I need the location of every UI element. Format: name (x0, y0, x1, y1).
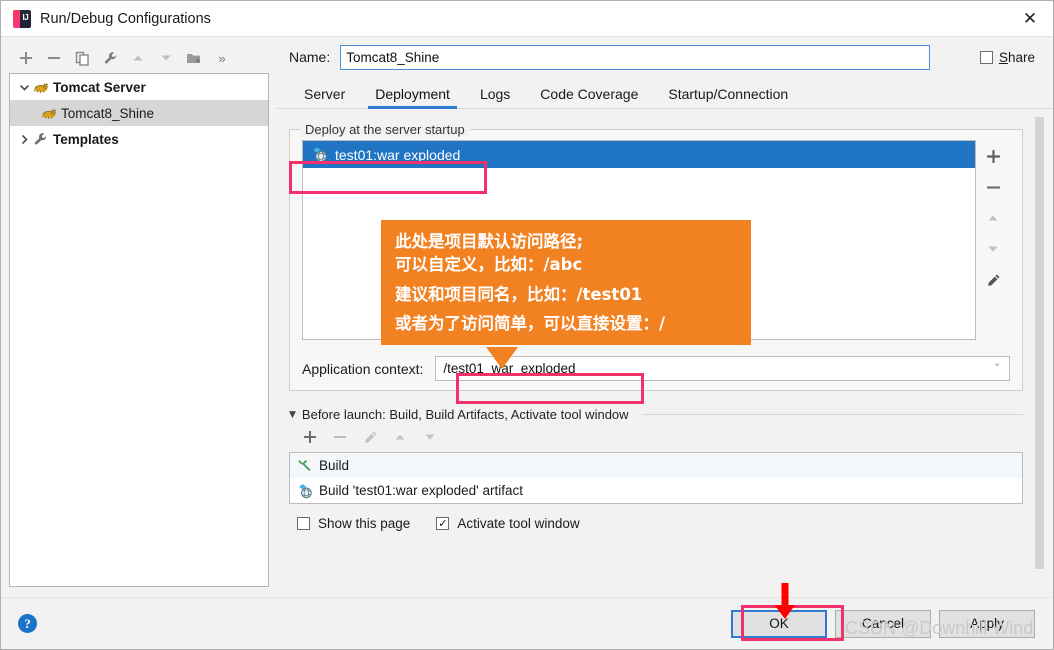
tomcat-icon (40, 107, 57, 120)
wrench-icon[interactable] (97, 46, 123, 70)
annotation-callout-tail (486, 347, 518, 369)
chevron-double-right-icon[interactable]: » (209, 46, 235, 70)
task-label: Build (319, 458, 350, 473)
tree-node-tomcat8-shine[interactable]: Tomcat8_Shine (10, 100, 268, 126)
edit-task-button[interactable] (357, 425, 383, 449)
application-context-label: Application context: (302, 360, 424, 377)
editor-tabs: Server Deployment Logs Code Coverage Sta… (277, 77, 1053, 109)
remove-artifact-button[interactable] (980, 175, 1006, 199)
tree-node-templates[interactable]: Templates (10, 126, 268, 152)
before-launch-title: Before launch: Build, Build Artifacts, A… (301, 407, 629, 422)
chevron-right-icon[interactable] (16, 134, 32, 145)
watermark: CSDN @Downhill Wind (845, 618, 1034, 638)
deployment-tab-panel: Deploy at the server startup test01:war … (277, 109, 1053, 597)
arrow-up-icon[interactable] (125, 46, 151, 70)
chevron-down-icon[interactable]: ˅ (995, 362, 1001, 375)
name-row: Name: Share (277, 37, 1053, 77)
remove-task-button[interactable] (327, 425, 353, 449)
tab-startup-connection[interactable]: Startup/Connection (653, 86, 803, 108)
share-checkbox[interactable] (979, 50, 993, 64)
activate-tool-window-checkbox[interactable]: ✓ (436, 517, 450, 530)
share-option[interactable]: Share (979, 50, 1035, 65)
folder-add-icon[interactable] (181, 46, 207, 70)
configurations-toolbar: » (9, 43, 269, 73)
show-this-page-label: Show this page (318, 516, 411, 531)
deploy-list-toolbar (976, 140, 1010, 340)
annotation-line: 此处是项目默认访问路径; (395, 232, 584, 251)
application-context-row: Application context: /test01_war_explode… (302, 356, 1010, 381)
name-input[interactable] (340, 44, 931, 70)
annotation-line: 可以自定义，比如：/abc (395, 255, 583, 275)
tree-node-label: Templates (53, 131, 119, 147)
list-item-label: test01:war exploded (335, 146, 461, 163)
name-label: Name: (289, 49, 331, 65)
triangle-down-icon[interactable]: ▼ (289, 410, 296, 420)
before-launch-task-list[interactable]: Build Build 'test01:war exploded' artifa… (289, 452, 1023, 504)
tab-server[interactable]: Server (289, 86, 360, 108)
artifact-icon (296, 483, 313, 499)
share-mnemonic: S (998, 49, 1008, 65)
close-icon[interactable]: ✕ (1007, 1, 1053, 36)
configurations-panel: » Tomcat Server Tomcat8_Shine Templates (1, 37, 277, 597)
annotation-line: 或者为了访问简单，可以直接设置：/ (395, 314, 666, 334)
window-title: Run/Debug Configurations (40, 10, 211, 27)
before-launch-header[interactable]: ▼ Before launch: Build, Build Artifacts,… (289, 407, 1023, 422)
move-artifact-down-button[interactable] (980, 237, 1006, 261)
tree-node-tomcat-server[interactable]: Tomcat Server (10, 74, 268, 100)
wrench-icon (32, 132, 49, 147)
list-item[interactable]: Build 'test01:war exploded' artifact (290, 478, 1022, 503)
intellij-idea-icon: IJ (13, 9, 31, 28)
copy-icon[interactable] (69, 46, 95, 70)
annotation-line: 建议和项目同名，比如：/test01 (395, 284, 643, 304)
panel-scrollbar-thumb[interactable] (1035, 117, 1044, 569)
artifact-icon (311, 146, 328, 163)
help-icon[interactable]: ? (18, 614, 37, 633)
title-bar: IJ Run/Debug Configurations ✕ (1, 1, 1053, 37)
configurations-tree[interactable]: Tomcat Server Tomcat8_Shine Templates (9, 73, 269, 587)
tab-code-coverage[interactable]: Code Coverage (525, 86, 653, 108)
move-artifact-up-button[interactable] (980, 206, 1006, 230)
add-configuration-button[interactable] (13, 46, 39, 70)
tab-deployment[interactable]: Deployment (360, 86, 465, 109)
chevron-down-icon[interactable] (16, 82, 32, 93)
deploy-group-title: Deploy at the server startup (300, 122, 470, 137)
tomcat-icon (32, 81, 49, 94)
annotation-callout: 此处是项目默认访问路径; 可以自定义，比如：/abc 建议和项目同名，比如：/t… (381, 220, 751, 345)
arrow-down-icon[interactable] (153, 46, 179, 70)
add-task-button[interactable] (297, 425, 323, 449)
tab-logs[interactable]: Logs (465, 86, 525, 108)
red-arrow-to-ok (774, 583, 795, 619)
tree-node-label: Tomcat8_Shine (61, 105, 155, 121)
task-label: Build 'test01:war exploded' artifact (319, 483, 524, 498)
edit-artifact-button[interactable] (980, 268, 1006, 292)
application-context-combobox[interactable]: /test01_war_exploded ˅ (435, 356, 1010, 381)
list-item[interactable]: test01:war exploded (303, 141, 975, 168)
show-this-page-checkbox[interactable] (297, 517, 310, 530)
before-launch-section: ▼ Before launch: Build, Build Artifacts,… (289, 407, 1023, 531)
list-item[interactable]: Build (290, 453, 1022, 478)
launch-options: Show this page ✓ Activate tool window (289, 516, 1023, 531)
tree-node-label: Tomcat Server (53, 79, 146, 95)
add-artifact-button[interactable] (980, 144, 1006, 168)
divider (642, 414, 1023, 415)
hammer-icon (296, 458, 313, 473)
move-task-up-button[interactable] (387, 425, 413, 449)
share-label: Share (999, 50, 1035, 65)
remove-configuration-button[interactable] (41, 46, 67, 70)
move-task-down-button[interactable] (417, 425, 443, 449)
panel-scrollbar[interactable] (1034, 115, 1045, 591)
share-label-rest: hare (1007, 49, 1035, 65)
before-launch-toolbar (289, 422, 1023, 452)
activate-tool-window-label: Activate tool window (457, 516, 580, 531)
